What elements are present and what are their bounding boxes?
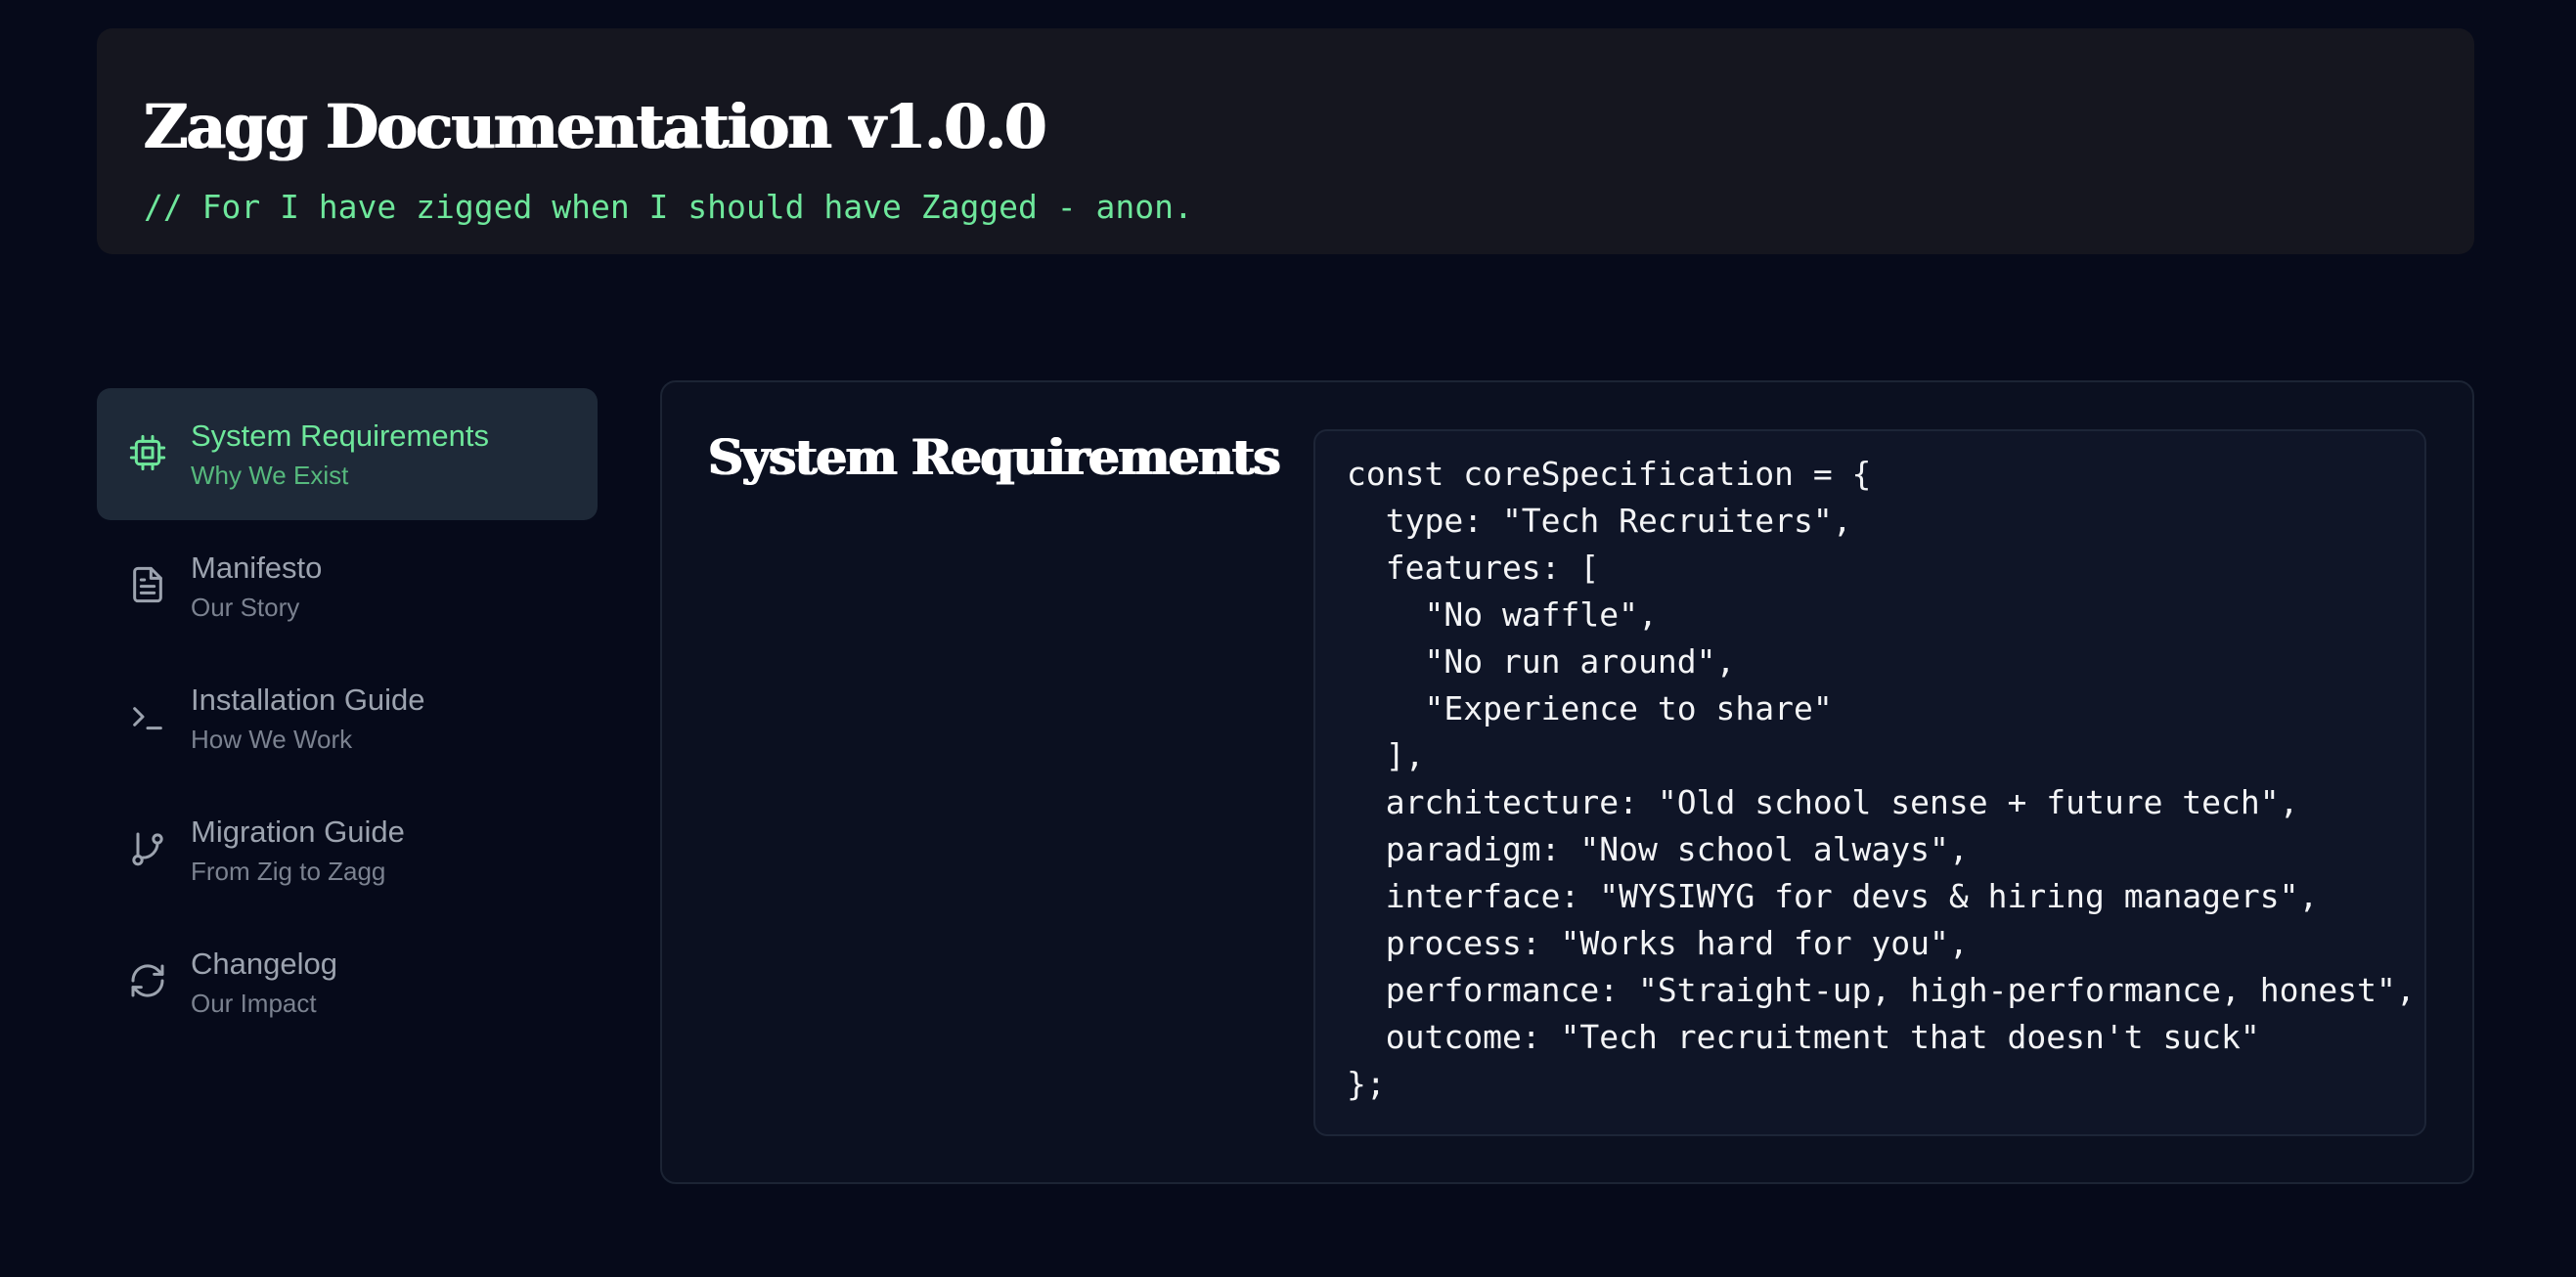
code-block: const coreSpecification = { type: "Tech … bbox=[1313, 429, 2426, 1136]
sidebar-item-subtitle: Our Impact bbox=[191, 989, 317, 1018]
code-line: paradigm: "Now school always", bbox=[1347, 830, 1969, 868]
cpu-icon bbox=[128, 433, 167, 472]
sidebar-item-manifesto[interactable]: Manifesto Our Story bbox=[97, 520, 598, 652]
sidebar-item-subtitle: How We Work bbox=[191, 725, 353, 754]
code-line: ], bbox=[1347, 736, 1425, 774]
code-line: architecture: "Old school sense + future… bbox=[1347, 783, 2299, 821]
code-line: features: [ bbox=[1347, 549, 1600, 587]
content-panel: System Requirements const coreSpecificat… bbox=[660, 380, 2474, 1184]
sidebar-item-label: Manifesto bbox=[191, 550, 323, 585]
sidebar-item-migration-guide[interactable]: Migration Guide From Zig to Zagg bbox=[97, 784, 598, 916]
sidebar-item-label: System Requirements bbox=[191, 418, 489, 453]
sidebar-item-installation-guide[interactable]: Installation Guide How We Work bbox=[97, 652, 598, 784]
sidebar-item-label: Changelog bbox=[191, 947, 337, 981]
sidebar-item-subtitle: From Zig to Zagg bbox=[191, 857, 386, 886]
code-line: interface: "WYSIWYG for devs & hiring ma… bbox=[1347, 877, 2319, 915]
refresh-icon bbox=[128, 961, 167, 1000]
sidebar-item-subtitle: Why We Exist bbox=[191, 461, 349, 490]
sidebar-item-subtitle: Our Story bbox=[191, 593, 300, 622]
sidebar-nav: System Requirements Why We Exist Manifes… bbox=[97, 388, 598, 1048]
code-line: }; bbox=[1347, 1065, 1386, 1103]
code-line: "No waffle", bbox=[1347, 595, 1658, 634]
code-line: process: "Works hard for you", bbox=[1347, 924, 1969, 962]
git-branch-icon bbox=[128, 829, 167, 868]
document-icon bbox=[128, 565, 167, 604]
code-line: "No run around", bbox=[1347, 642, 1736, 681]
sidebar-item-system-requirements[interactable]: System Requirements Why We Exist bbox=[97, 388, 598, 520]
terminal-icon bbox=[128, 697, 167, 736]
page-title: Zagg Documentation v1.0.0 bbox=[144, 91, 1046, 162]
page-subtitle: // For I have zigged when I should have … bbox=[144, 188, 1193, 226]
section-title: System Requirements bbox=[708, 428, 1281, 486]
code-line: performance: "Straight-up, high-performa… bbox=[1347, 971, 2416, 1009]
code-line: const coreSpecification = { bbox=[1347, 455, 1872, 493]
page-header: Zagg Documentation v1.0.0 // For I have … bbox=[97, 28, 2474, 254]
sidebar-item-label: Migration Guide bbox=[191, 815, 405, 849]
sidebar-item-changelog[interactable]: Changelog Our Impact bbox=[97, 916, 598, 1048]
code-line: type: "Tech Recruiters", bbox=[1347, 502, 1852, 540]
code-line: "Experience to share" bbox=[1347, 689, 1833, 727]
sidebar-item-label: Installation Guide bbox=[191, 683, 425, 717]
code-line: outcome: "Tech recruitment that doesn't … bbox=[1347, 1018, 2260, 1056]
